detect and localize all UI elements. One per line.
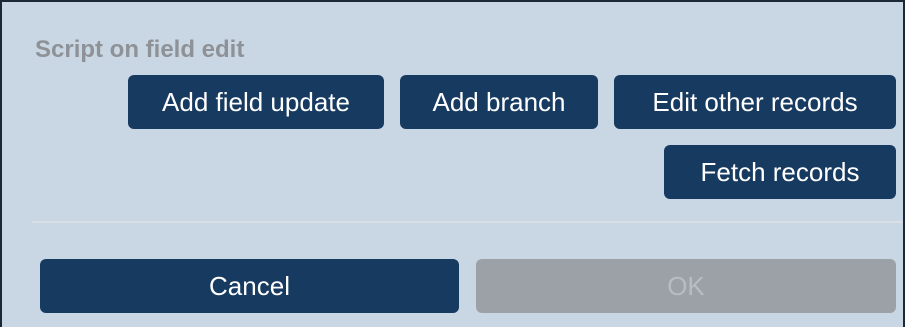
- fetch-records-button[interactable]: Fetch records: [664, 145, 896, 199]
- section-title: Script on field edit: [35, 36, 245, 63]
- add-branch-button[interactable]: Add branch: [400, 75, 598, 129]
- cancel-button[interactable]: Cancel: [40, 259, 459, 313]
- add-field-update-button[interactable]: Add field update: [128, 75, 384, 129]
- edit-other-records-button[interactable]: Edit other records: [614, 75, 896, 129]
- divider: [32, 221, 902, 223]
- ok-button: OK: [476, 259, 896, 313]
- script-on-field-edit-dialog: Script on field edit Add field update Ad…: [0, 0, 905, 327]
